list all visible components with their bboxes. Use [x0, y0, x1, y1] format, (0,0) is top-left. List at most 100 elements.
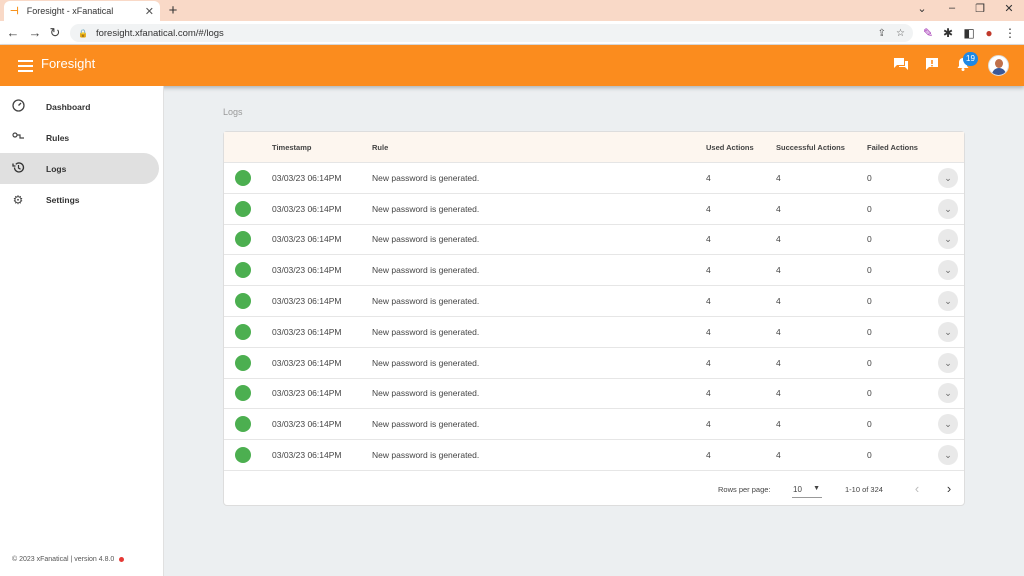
failed-actions-cell: 0: [867, 450, 872, 460]
timestamp-cell: 03/03/23 06:14PM: [272, 327, 342, 337]
expand-row-chevron-icon[interactable]: ⌄: [938, 199, 958, 219]
address-bar[interactable]: 🔒 foresight.xfanatical.com/#/logs ⇪ ☆: [70, 24, 913, 42]
expand-row-chevron-icon[interactable]: ⌄: [938, 291, 958, 311]
sidebar-item-logs[interactable]: Logs: [0, 153, 159, 184]
rules-icon: [11, 130, 25, 146]
table-row[interactable]: 03/03/23 06:14PM New password is generate…: [224, 163, 964, 194]
table-row[interactable]: 03/03/23 06:14PM New password is generate…: [224, 378, 964, 409]
column-header-timestamp[interactable]: Timestamp: [272, 143, 311, 152]
used-actions-cell: 4: [706, 327, 711, 337]
close-tab-icon[interactable]: ✕: [145, 5, 154, 18]
used-actions-cell: 4: [706, 204, 711, 214]
logs-table: Timestamp Rule Used Actions Successful A…: [223, 131, 965, 506]
extension-pen-icon[interactable]: ✎: [921, 25, 935, 41]
column-header-successful-actions[interactable]: Successful Actions: [776, 143, 845, 152]
status-success-icon: [235, 416, 251, 432]
table-row[interactable]: 03/03/23 06:14PM New password is generate…: [224, 224, 964, 255]
successful-actions-cell: 4: [776, 388, 781, 398]
successful-actions-cell: 4: [776, 419, 781, 429]
hamburger-menu-icon[interactable]: [18, 57, 33, 73]
sidebar-item-label: Rules: [46, 132, 70, 143]
column-header-used-actions[interactable]: Used Actions: [706, 143, 754, 152]
restore-icon[interactable]: ❐: [972, 2, 988, 15]
column-header-failed-actions[interactable]: Failed Actions: [867, 143, 918, 152]
tab-title: Foresight - xFanatical: [26, 6, 114, 16]
expand-row-chevron-icon[interactable]: ⌄: [938, 383, 958, 403]
table-row[interactable]: 03/03/23 06:14PM New password is generate…: [224, 440, 964, 471]
side-panel-icon[interactable]: ◧: [962, 25, 976, 41]
footer: © 2023 xFanatical | version 4.8.0: [12, 556, 125, 563]
new-tab-icon[interactable]: +: [166, 2, 180, 19]
rule-cell: New password is generated.: [372, 204, 480, 214]
expand-row-chevron-icon[interactable]: ⌄: [938, 322, 958, 342]
expand-row-chevron-icon[interactable]: ⌄: [938, 414, 958, 434]
failed-actions-cell: 0: [867, 234, 872, 244]
feedback-icon[interactable]: [922, 56, 942, 76]
dashboard-icon: [11, 98, 25, 115]
browser-menu-icon[interactable]: ⋮: [1003, 25, 1017, 41]
sidebar-item-rules[interactable]: Rules: [0, 122, 159, 153]
timestamp-cell: 03/03/23 06:14PM: [272, 358, 342, 368]
table-row[interactable]: 03/03/23 06:14PM New password is generate…: [224, 194, 964, 225]
close-window-icon[interactable]: ✕: [1001, 2, 1017, 15]
bookmark-star-icon[interactable]: ☆: [896, 28, 905, 39]
avatar[interactable]: [988, 55, 1009, 76]
rule-cell: New password is generated.: [372, 265, 480, 275]
footer-text: © 2023 xFanatical | version 4.8.0: [12, 556, 115, 563]
status-success-icon: [235, 447, 251, 463]
status-success-icon: [235, 170, 251, 186]
next-page-icon[interactable]: ›: [942, 481, 956, 497]
share-icon[interactable]: ⇪: [878, 28, 886, 39]
table-row[interactable]: 03/03/23 06:14PM New password is generate…: [224, 317, 964, 348]
expand-row-chevron-icon[interactable]: ⌄: [938, 229, 958, 249]
profile-icon[interactable]: ●: [982, 25, 996, 41]
successful-actions-cell: 4: [776, 234, 781, 244]
chat-icon[interactable]: [891, 56, 911, 76]
status-success-icon: [235, 324, 251, 340]
expand-row-chevron-icon[interactable]: ⌄: [938, 445, 958, 465]
status-success-icon: [235, 293, 251, 309]
status-success-icon: [235, 231, 251, 247]
status-dot: [119, 557, 125, 562]
failed-actions-cell: 0: [867, 204, 872, 214]
forward-icon[interactable]: →: [28, 25, 42, 41]
table-row[interactable]: 03/03/23 06:14PM New password is generate…: [224, 286, 964, 317]
successful-actions-cell: 4: [776, 173, 781, 183]
table-row[interactable]: 03/03/23 06:14PM New password is generate…: [224, 255, 964, 286]
lock-icon: 🔒: [78, 28, 88, 38]
successful-actions-cell: 4: [776, 296, 781, 306]
timestamp-cell: 03/03/23 06:14PM: [272, 388, 342, 398]
extensions-puzzle-icon[interactable]: ✱: [941, 25, 955, 41]
expand-row-chevron-icon[interactable]: ⌄: [938, 353, 958, 373]
status-success-icon: [235, 262, 251, 278]
failed-actions-cell: 0: [867, 358, 872, 368]
browser-tab[interactable]: ⊣ Foresight - xFanatical ✕: [4, 1, 160, 21]
page-title: Logs: [223, 107, 243, 117]
sidebar: Dashboard Rules Logs ⚙ Settings © 2023 x…: [0, 86, 164, 576]
app-title: Foresight: [41, 56, 96, 71]
used-actions-cell: 4: [706, 358, 711, 368]
back-icon[interactable]: ←: [6, 25, 20, 41]
rule-cell: New password is generated.: [372, 234, 480, 244]
url-text[interactable]: foresight.xfanatical.com/#/logs: [96, 28, 868, 39]
column-header-rule[interactable]: Rule: [372, 143, 388, 152]
used-actions-cell: 4: [706, 296, 711, 306]
rows-per-page-select[interactable]: 10 ▼: [792, 481, 822, 498]
previous-page-icon[interactable]: ‹: [910, 481, 924, 497]
reload-icon[interactable]: ↻: [48, 25, 62, 41]
expand-row-chevron-icon[interactable]: ⌄: [938, 260, 958, 280]
minimize-icon[interactable]: –: [944, 2, 960, 14]
foresight-favicon-icon: ⊣: [10, 5, 19, 17]
rule-cell: New password is generated.: [372, 419, 480, 429]
sidebar-item-dashboard[interactable]: Dashboard: [0, 91, 159, 122]
failed-actions-cell: 0: [867, 173, 872, 183]
browser-toolbar: ← → ↻ 🔒 foresight.xfanatical.com/#/logs …: [0, 21, 1024, 45]
sidebar-item-label: Settings: [46, 194, 80, 205]
expand-row-chevron-icon[interactable]: ⌄: [938, 168, 958, 188]
table-row[interactable]: 03/03/23 06:14PM New password is generate…: [224, 409, 964, 440]
table-row[interactable]: 03/03/23 06:14PM New password is generate…: [224, 348, 964, 379]
failed-actions-cell: 0: [867, 265, 872, 275]
tab-search-icon[interactable]: ⌄: [914, 2, 930, 15]
used-actions-cell: 4: [706, 450, 711, 460]
sidebar-item-settings[interactable]: ⚙ Settings: [0, 184, 159, 215]
